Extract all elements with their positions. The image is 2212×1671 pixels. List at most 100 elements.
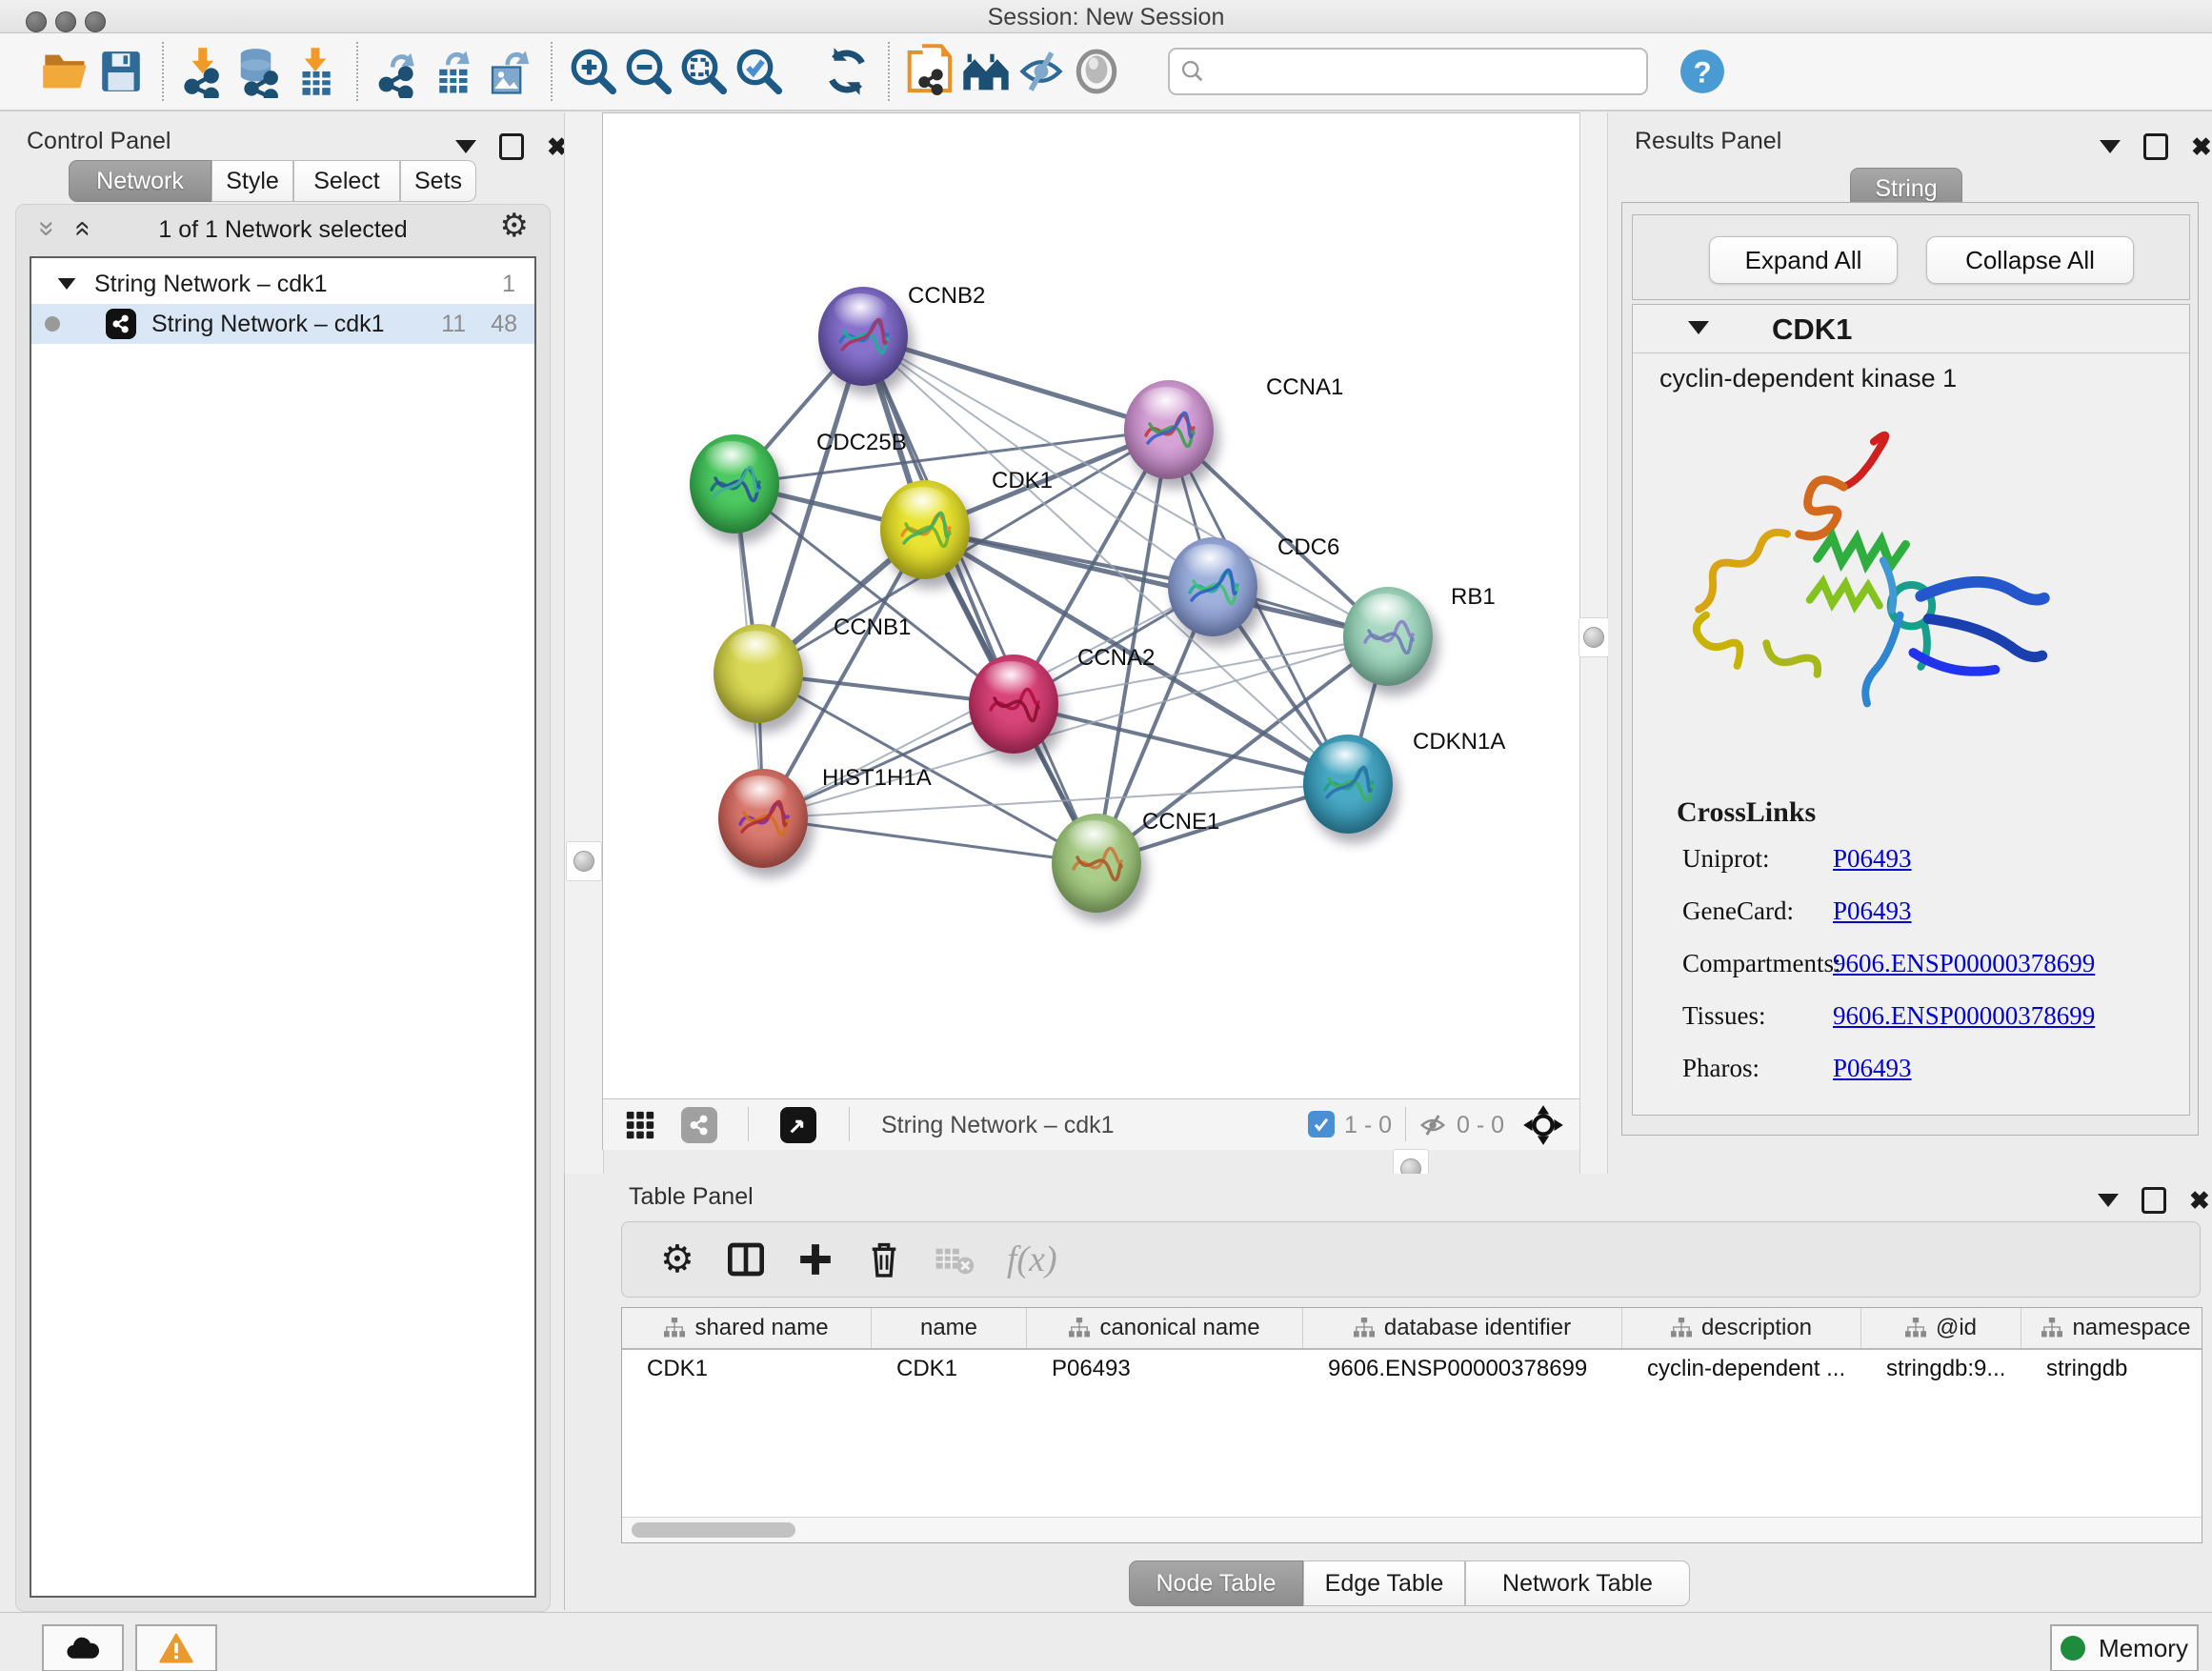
network-node-cdc6[interactable] <box>1168 537 1257 636</box>
tab-network[interactable]: Network <box>69 160 211 202</box>
help-button[interactable]: ? <box>1675 41 1730 102</box>
crosslink-value-link[interactable]: 9606.ENSP00000378699 <box>1833 949 2095 977</box>
table-cell[interactable]: CDK1 <box>622 1350 872 1388</box>
tab-select[interactable]: Select <box>293 160 400 202</box>
hidden-items-icon <box>1418 1111 1447 1144</box>
network-node-ccna2[interactable] <box>969 654 1058 754</box>
apply-layout-button[interactable] <box>819 41 875 102</box>
table-cell[interactable]: 9606.ENSP00000378699 <box>1303 1350 1622 1388</box>
save-session-button[interactable] <box>93 41 149 102</box>
network-node-hist1h1a[interactable] <box>718 769 808 868</box>
network-edge[interactable] <box>863 336 1169 430</box>
left-panel-splitter[interactable] <box>564 112 604 1174</box>
crosslink-value-link[interactable]: P06493 <box>1833 896 1912 925</box>
import-network-button[interactable] <box>177 41 232 102</box>
column-header-shared-name[interactable]: shared name <box>622 1308 872 1348</box>
network-node-cdk1[interactable] <box>880 480 970 579</box>
gene-section-header[interactable]: CDK1 <box>1633 305 2189 353</box>
show-columns-icon[interactable] <box>727 1240 765 1278</box>
fit-content-crosshair-button[interactable] <box>1523 1105 1563 1150</box>
enable-glass-effect-button[interactable] <box>1014 41 1069 102</box>
table-cell[interactable]: P06493 <box>1027 1350 1303 1388</box>
network-collection-row[interactable]: String Network – cdk1 1 <box>31 264 534 304</box>
tab-node-table[interactable]: Node Table <box>1129 1560 1303 1606</box>
panel-menu-icon[interactable] <box>2100 140 2121 153</box>
cloud-service-button[interactable] <box>42 1624 124 1671</box>
panel-float-icon[interactable] <box>2143 133 2168 160</box>
column-header--id[interactable]: @id <box>1861 1308 2021 1348</box>
right-panel-splitter[interactable] <box>1579 112 1608 1174</box>
memory-button[interactable]: Memory <box>2050 1624 2199 1671</box>
crosslink-value-link[interactable]: P06493 <box>1833 844 1912 873</box>
search-input[interactable] <box>1212 51 1635 88</box>
clear-table-icon[interactable] <box>935 1242 975 1277</box>
column-header-name[interactable]: name <box>872 1308 1027 1348</box>
network-badge-icon[interactable] <box>681 1107 717 1143</box>
network-node-cdkn1a[interactable] <box>1303 735 1393 834</box>
table-row[interactable]: CDK1CDK1P064939606.ENSP00000378699cyclin… <box>622 1350 2202 1388</box>
column-header-namespace[interactable]: namespace <box>2021 1308 2202 1348</box>
table-cell[interactable]: stringdb:9... <box>1861 1350 2021 1388</box>
tab-sets[interactable]: Sets <box>400 160 476 202</box>
show-graphics-details-button[interactable] <box>1069 41 1124 102</box>
panel-close-icon[interactable]: ✖ <box>2189 1191 2210 1210</box>
network-node-ccnb2[interactable] <box>818 287 908 386</box>
panel-menu-icon[interactable] <box>455 140 476 153</box>
create-column-plus-icon[interactable] <box>797 1241 834 1278</box>
network-node-ccne1[interactable] <box>1052 814 1141 913</box>
network-list-options-gear-icon[interactable]: ⚙ <box>500 207 529 245</box>
zoom-selected-button[interactable] <box>732 41 787 102</box>
right-splitter-handle[interactable] <box>1579 617 1609 657</box>
panel-menu-icon[interactable] <box>2098 1194 2119 1207</box>
collapse-all-button[interactable]: Collapse All <box>1926 236 2134 284</box>
crosslink-value-link[interactable]: 9606.ENSP00000378699 <box>1833 1001 2095 1030</box>
network-node-ccna1[interactable] <box>1124 380 1214 479</box>
zoom-fit-button[interactable] <box>676 41 732 102</box>
network-node-cdc25b[interactable] <box>690 434 779 534</box>
selected-count-checkbox[interactable] <box>1308 1111 1335 1137</box>
panel-close-icon[interactable]: ✖ <box>2191 137 2212 156</box>
warnings-button[interactable] <box>135 1624 217 1671</box>
gene-collapse-icon[interactable] <box>1688 321 1709 334</box>
crosslink-value-link[interactable]: P06493 <box>1833 1054 1912 1082</box>
delete-column-trash-icon[interactable] <box>866 1240 902 1278</box>
expand-all-button[interactable]: Expand All <box>1709 236 1898 284</box>
tab-edge-table[interactable]: Edge Table <box>1303 1560 1465 1606</box>
column-header-description[interactable]: description <box>1622 1308 1861 1348</box>
export-network-button[interactable] <box>372 41 427 102</box>
panel-float-icon[interactable] <box>2142 1187 2166 1214</box>
birds-eye-view-button[interactable] <box>780 1107 816 1143</box>
import-table-button[interactable] <box>288 41 343 102</box>
search-field[interactable] <box>1168 48 1648 95</box>
node-table[interactable]: shared namename canonical name database … <box>621 1307 2202 1543</box>
collection-expand-icon[interactable] <box>58 278 76 290</box>
network-edge[interactable] <box>763 818 1096 863</box>
network-from-file-button[interactable] <box>903 41 958 102</box>
table-horizontal-scrollbar[interactable] <box>622 1517 2202 1542</box>
left-splitter-handle[interactable] <box>566 841 602 881</box>
network-canvas[interactable]: CCNB2CCNA1CDC25BCDK1CDC6RB1CCNB1CCNA2CDK… <box>603 113 1580 1098</box>
table-cell[interactable]: CDK1 <box>872 1350 1027 1388</box>
export-table-button[interactable] <box>427 41 482 102</box>
export-image-button[interactable] <box>482 41 537 102</box>
table-cell[interactable]: cyclin-dependent ... <box>1622 1350 1861 1388</box>
function-builder-button[interactable]: f(x) <box>1007 1238 1057 1280</box>
column-header-database-identifier[interactable]: database identifier <box>1303 1308 1622 1348</box>
network-edge[interactable] <box>1014 704 1348 784</box>
grid-view-button[interactable] <box>624 1109 656 1146</box>
tab-network-table[interactable]: Network Table <box>1465 1560 1690 1606</box>
open-session-button[interactable] <box>38 41 93 102</box>
tab-style[interactable]: Style <box>211 160 293 202</box>
import-network-from-database-button[interactable] <box>232 41 288 102</box>
zoom-out-button[interactable] <box>621 41 676 102</box>
network-row-selected[interactable]: String Network – cdk1 11 48 <box>31 304 534 344</box>
table-options-gear-icon[interactable]: ⚙ <box>660 1238 694 1281</box>
scrollbar-thumb[interactable] <box>632 1522 795 1538</box>
panel-float-icon[interactable] <box>499 133 524 160</box>
zoom-in-button[interactable] <box>566 41 621 102</box>
table-cell[interactable]: stringdb <box>2021 1350 2202 1388</box>
network-node-ccnb1[interactable] <box>714 624 803 723</box>
column-header-canonical-name[interactable]: canonical name <box>1027 1308 1303 1348</box>
string-home-button[interactable] <box>958 41 1014 102</box>
network-node-rb1[interactable] <box>1343 587 1433 686</box>
